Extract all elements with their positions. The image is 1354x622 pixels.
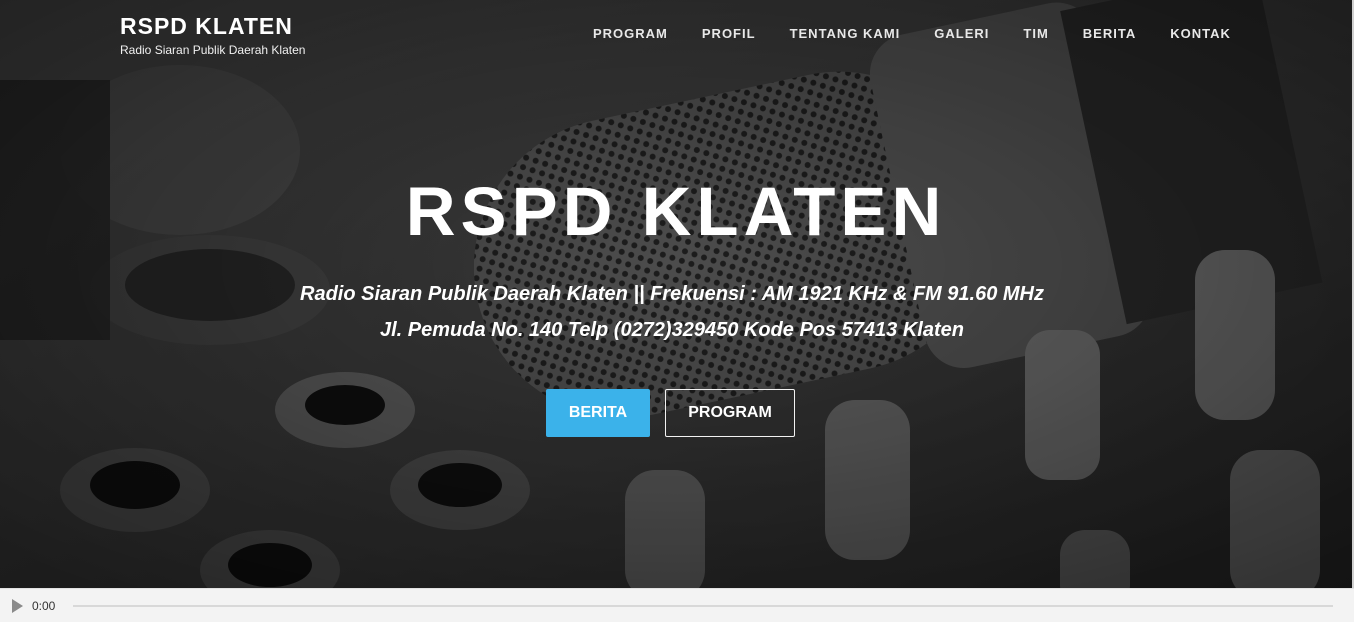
nav-item-kontak[interactable]: KONTAK (1170, 26, 1231, 42)
nav-item-profil[interactable]: PROFIL (702, 26, 756, 42)
play-icon[interactable] (12, 599, 23, 613)
brand[interactable]: RSPD KLATEN Radio Siaran Publik Daerah K… (120, 12, 305, 58)
program-button[interactable]: PROGRAM (665, 389, 795, 437)
nav-item-berita[interactable]: BERITA (1083, 26, 1136, 42)
brand-subtitle: Radio Siaran Publik Daerah Klaten (120, 43, 306, 57)
player-progress-track[interactable] (73, 605, 1333, 607)
audio-player: 0:00 (0, 588, 1354, 622)
hero-address-text: Jl. Pemuda No. 140 Telp (0272)329450 Kod… (380, 319, 964, 341)
hero-frequency-text: Radio Siaran Publik Daerah Klaten || Fre… (300, 283, 1044, 305)
hero-section: RSPD KLATEN Radio Siaran Publik Daerah K… (0, 0, 1352, 588)
nav-item-galeri[interactable]: GALERI (934, 26, 989, 42)
nav-item-tentang-kami[interactable]: TENTANG KAMI (790, 26, 901, 42)
nav-item-program[interactable]: PROGRAM (593, 26, 668, 42)
brand-title[interactable]: RSPD KLATEN (120, 12, 305, 40)
berita-button[interactable]: BERITA (546, 389, 650, 437)
player-time: 0:00 (32, 599, 56, 613)
hero-title: RSPD KLATEN (405, 173, 947, 250)
main-nav: PROGRAM PROFIL TENTANG KAMI GALERI TIM B… (593, 26, 1231, 42)
nav-item-tim[interactable]: TIM (1023, 26, 1048, 42)
